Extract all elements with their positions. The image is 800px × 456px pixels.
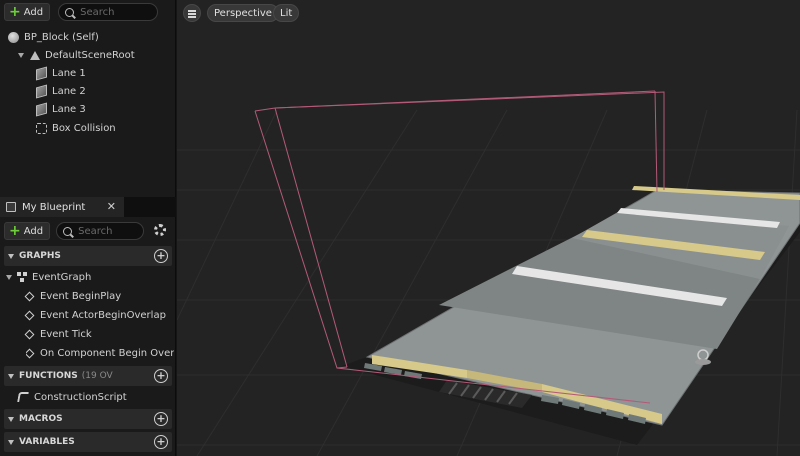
- static-mesh-icon: [36, 66, 47, 80]
- tab-my-blueprint[interactable]: My Blueprint ✕: [0, 197, 124, 217]
- tree-item-event-graph[interactable]: EventGraph: [6, 268, 91, 286]
- chevron-down-icon: [8, 439, 14, 445]
- event-item[interactable]: Event Tick: [24, 325, 92, 343]
- function-icon: [17, 392, 29, 402]
- chevron-down-icon: [8, 253, 14, 259]
- components-toolbar: + Add Search: [4, 1, 159, 23]
- book-icon: [6, 202, 16, 212]
- actor-sphere-icon: [8, 31, 19, 43]
- event-item[interactable]: Event ActorBeginOverlap: [24, 306, 166, 324]
- add-function-icon[interactable]: +: [154, 369, 168, 383]
- add-graph-icon[interactable]: +: [154, 249, 168, 263]
- event-diamond-icon: [24, 310, 35, 320]
- tree-item-lane-3[interactable]: Lane 3: [36, 100, 86, 118]
- chevron-down-icon: [8, 373, 14, 379]
- add-variable-icon[interactable]: +: [154, 435, 168, 449]
- perspective-button[interactable]: Perspective: [207, 4, 279, 22]
- event-diamond-icon: [24, 329, 35, 339]
- tree-item-lane-1[interactable]: Lane 1: [36, 64, 86, 82]
- section-graphs[interactable]: GRAPHS +: [4, 246, 172, 266]
- section-functions[interactable]: FUNCTIONS (19 OV +: [4, 366, 172, 386]
- event-item[interactable]: Event BeginPlay: [24, 287, 121, 305]
- gear-icon[interactable]: [154, 224, 166, 236]
- left-panel: + Add Search BP_Block (Self) DefaultScen…: [0, 0, 176, 456]
- menu-bar: [188, 16, 196, 18]
- event-diamond-icon: [24, 291, 35, 301]
- tree-item-default-scene-root[interactable]: DefaultSceneRoot: [18, 46, 135, 64]
- menu-bar: [188, 10, 196, 12]
- my-blueprint-toolbar: + Add Search: [4, 220, 145, 242]
- scene-root-icon: [29, 50, 40, 61]
- search-icon: [63, 226, 73, 236]
- my-blueprint-add-button[interactable]: + Add: [4, 222, 51, 240]
- section-variables[interactable]: VARIABLES +: [4, 432, 172, 452]
- static-mesh-icon: [36, 84, 47, 98]
- add-macro-icon[interactable]: +: [154, 412, 168, 426]
- tree-item-bp-block[interactable]: BP_Block (Self): [8, 28, 99, 46]
- function-item-construction-script[interactable]: ConstructionScript: [17, 388, 127, 406]
- tree-item-lane-2[interactable]: Lane 2: [36, 82, 86, 100]
- plus-icon: +: [9, 4, 21, 20]
- menu-bar: [188, 13, 196, 15]
- lit-button[interactable]: Lit: [273, 4, 300, 22]
- viewport-scene[interactable]: [177, 0, 800, 456]
- box-collision-icon: [36, 122, 47, 134]
- components-search-input[interactable]: Search: [58, 3, 159, 21]
- my-blueprint-tabbar: My Blueprint ✕: [0, 197, 176, 217]
- pivot-gizmo-base: [695, 359, 711, 365]
- plus-icon: +: [9, 223, 21, 239]
- event-item[interactable]: On Component Begin Overlap (: [26, 344, 174, 362]
- viewport-menu-button[interactable]: [183, 4, 201, 22]
- event-graph-icon: [17, 272, 27, 282]
- my-blueprint-search-input[interactable]: Search: [56, 222, 145, 240]
- static-mesh-icon: [36, 102, 47, 116]
- close-icon[interactable]: ✕: [107, 200, 116, 213]
- viewport[interactable]: Perspective Lit: [177, 0, 800, 456]
- section-macros[interactable]: MACROS +: [4, 409, 172, 429]
- chevron-down-icon[interactable]: [18, 52, 24, 58]
- components-add-button[interactable]: + Add: [4, 3, 51, 21]
- tree-item-box-collision[interactable]: Box Collision: [36, 119, 116, 137]
- chevron-down-icon[interactable]: [6, 274, 12, 280]
- chevron-down-icon: [8, 416, 14, 422]
- search-icon: [65, 7, 75, 17]
- event-diamond-icon: [26, 348, 35, 358]
